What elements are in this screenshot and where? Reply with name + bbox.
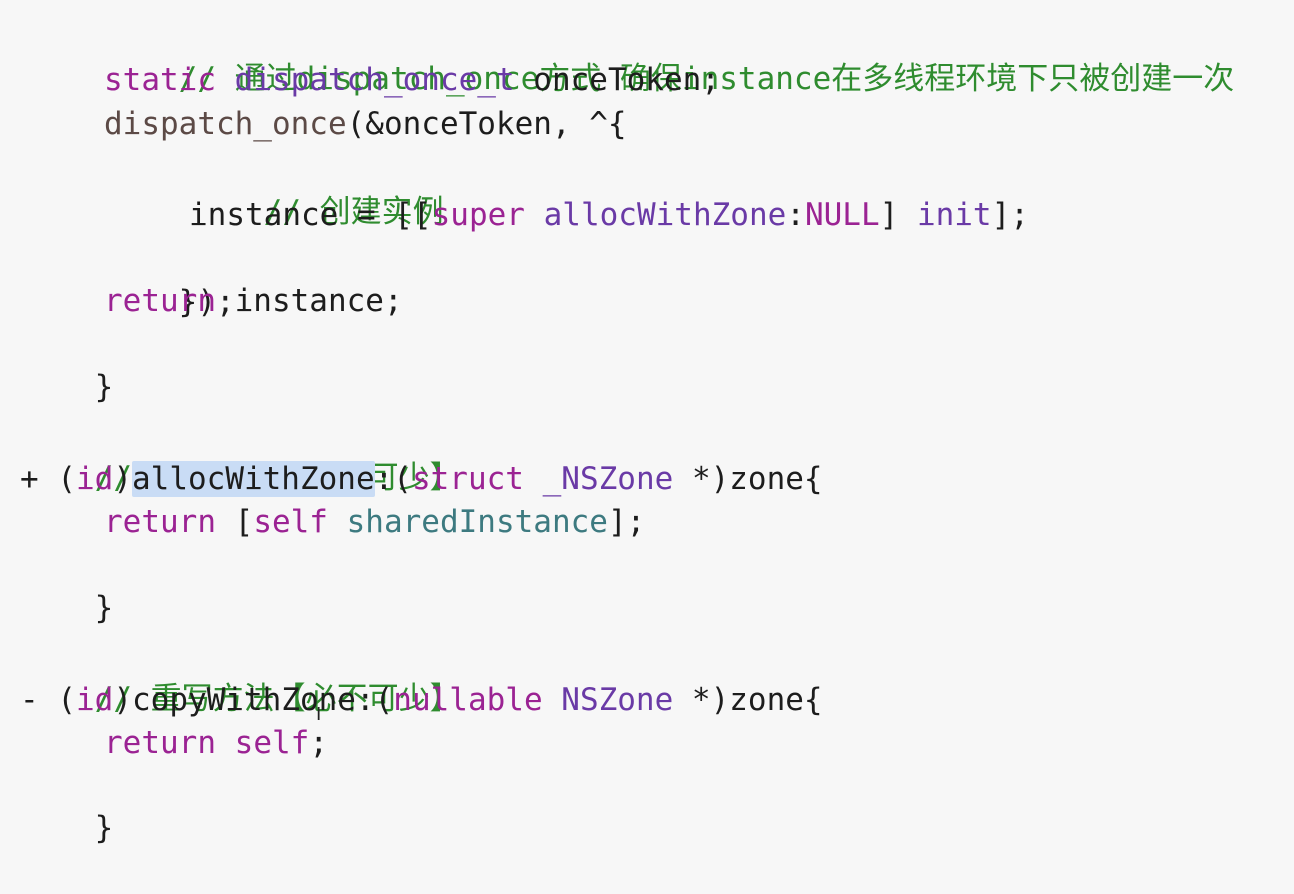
keyword-return: return — [104, 283, 216, 319]
code-line-method-close: } — [20, 762, 114, 846]
code-line-static-token: static dispatch_once_t onceToken; — [104, 58, 720, 102]
keyword-static: static — [104, 62, 216, 98]
keyword-id: id — [76, 461, 114, 497]
code-line-dispatch-once: dispatch_once(&onceToken, ^{ — [104, 102, 627, 146]
method-name-copy-with-zone: )copyWithZone:( — [113, 682, 394, 718]
type-dispatch-once-t: dispatch_once_t — [234, 62, 515, 98]
keyword-null: NULL — [804, 197, 880, 233]
code-line-method-close: } — [20, 321, 114, 405]
code-editor[interactable]: // 通过dispatch_once方式 确保instance在多线程环境下只被… — [0, 0, 1294, 846]
statement-end: ]; — [991, 197, 1029, 233]
code-line-return-instance: return instance; — [104, 279, 403, 323]
colon-paren: :( — [374, 461, 412, 497]
statement-end: ; — [309, 725, 328, 761]
code-line-comment-override: // 重写方法【必不可少】 — [20, 412, 461, 496]
selected-method-name[interactable]: allocWithZone — [132, 461, 375, 497]
keyword-id: id — [76, 682, 114, 718]
keyword-return: return — [104, 725, 216, 761]
keyword-super: super — [431, 197, 525, 233]
type-nszone: _NSZone — [542, 461, 674, 497]
instance-assign: instance = [[ — [189, 197, 432, 233]
variable-once-token: onceToken; — [533, 62, 720, 98]
bracket-open: [ — [215, 504, 254, 540]
brace-close: } — [94, 369, 114, 405]
paren: ) — [113, 461, 132, 497]
statement-end: ]; — [607, 504, 646, 540]
type-nszone: NSZone — [561, 682, 674, 718]
function-dispatch-once: dispatch_once — [104, 106, 347, 142]
dispatch-args: (&onceToken, ^{ — [346, 106, 627, 142]
method-alloc-with-zone: allocWithZone — [543, 197, 787, 233]
bracket-close: ] — [879, 197, 917, 233]
code-line-return-shared: return [self sharedInstance]; — [104, 500, 645, 544]
code-line-return-self: return self; — [104, 721, 328, 765]
code-line-comment-override: // 重写方法【必不可少】 — [20, 633, 461, 717]
code-line-alloc-with-zone-decl: + (id)allocWithZone:(struct _NSZone *)zo… — [20, 457, 823, 501]
method-prefix: + ( — [20, 461, 76, 497]
keyword-struct: struct — [411, 461, 524, 497]
code-line-instance-assign: instance = [[super allocWithZone:NULL] i… — [189, 193, 1029, 237]
keyword-nullable: nullable — [393, 682, 543, 718]
code-line-block-close: }); — [104, 236, 235, 320]
return-value: instance; — [215, 283, 403, 319]
code-line-copy-with-zone-decl: - (id)copyWithZone:(nullable NSZone *)zo… — [20, 678, 823, 722]
method-prefix: - ( — [20, 682, 76, 718]
brace-close: } — [94, 590, 114, 626]
text-cursor-icon: I — [316, 704, 322, 725]
brace-close: } — [94, 810, 114, 846]
param-rest: *)zone{ — [673, 461, 823, 497]
code-line-comment-dispatch: // 通过dispatch_once方式 确保instance在多线程环境下只被… — [104, 13, 1235, 97]
code-line-comment-create: // 创建实例 — [189, 146, 444, 230]
method-shared-instance: sharedInstance — [346, 504, 608, 540]
method-init: init — [916, 197, 992, 233]
code-line-method-close: } — [20, 542, 114, 626]
keyword-self: self — [234, 725, 310, 761]
keyword-return: return — [104, 504, 216, 540]
colon: : — [786, 197, 805, 233]
param-rest: *)zone{ — [673, 682, 823, 718]
keyword-self: self — [253, 504, 328, 540]
